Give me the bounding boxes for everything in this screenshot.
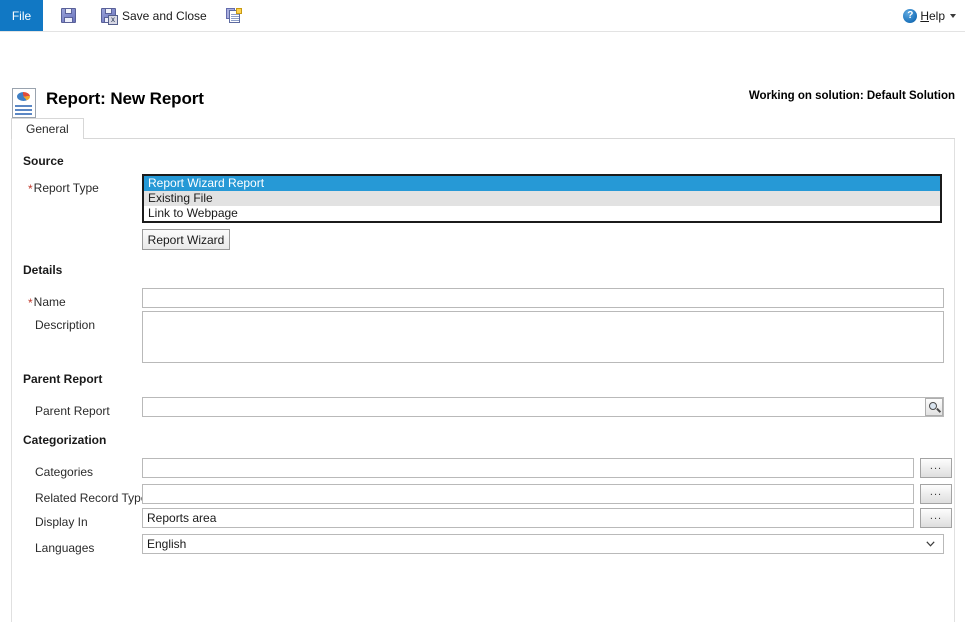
categories-browse-button[interactable]: ... (920, 458, 952, 478)
display-in-label: Display In (35, 515, 88, 529)
ribbon-spacer-1 (87, 15, 95, 16)
report-type-option-link-to-webpage[interactable]: Link to Webpage (144, 206, 940, 221)
parent-report-lookup-button[interactable] (925, 398, 943, 416)
related-record-types-input[interactable] (142, 484, 914, 504)
chevron-down-icon (926, 541, 935, 547)
help-accesskey: H (920, 8, 929, 23)
related-record-types-browse-button[interactable]: ... (920, 484, 952, 504)
file-menu-tab[interactable]: File (0, 0, 43, 31)
section-header-parent-report: Parent Report (23, 372, 103, 386)
parent-report-input[interactable] (142, 397, 944, 417)
report-wizard-button-label: Report Wizard (147, 232, 225, 247)
save-button[interactable] (55, 0, 87, 31)
save-floppy-icon (60, 7, 77, 24)
categories-browse-button-label: ... (929, 460, 943, 472)
solution-context-label: Working on solution: Default Solution (748, 90, 955, 102)
section-header-categorization: Categorization (23, 433, 107, 447)
report-type-option-existing-file[interactable]: Existing File (144, 191, 940, 206)
required-indicator-report-type: * (28, 182, 33, 196)
save-and-close-button[interactable]: x Save and Close (95, 0, 212, 31)
tab-general[interactable]: General (11, 118, 84, 139)
report-document-icon (12, 88, 38, 118)
tab-general-label: General (26, 122, 69, 136)
description-label: Description (35, 318, 96, 332)
report-type-listbox[interactable]: Report Wizard Report Existing File Link … (142, 174, 942, 223)
report-type-option-report-wizard-report[interactable]: Report Wizard Report (144, 176, 940, 191)
save-and-new-icon (225, 7, 242, 24)
parent-report-label: Parent Report (35, 404, 110, 418)
page-title: Report: New Report (46, 89, 204, 108)
ribbon-command-group: x Save and Close (55, 0, 252, 31)
page-header: Report: New Report Working on solution: … (0, 32, 965, 118)
categories-input[interactable] (142, 458, 914, 478)
languages-select[interactable]: English (142, 534, 944, 554)
section-header-details: Details (23, 263, 63, 277)
languages-label: Languages (35, 541, 95, 555)
name-input[interactable] (142, 288, 944, 308)
categories-label: Categories (35, 465, 94, 479)
description-textarea[interactable] (142, 311, 944, 363)
ribbon-spacer-2 (212, 15, 220, 16)
chevron-down-icon (950, 13, 956, 18)
save-and-close-button-label: Save and Close (122, 8, 207, 23)
display-in-input[interactable] (142, 508, 914, 528)
related-record-types-browse-button-label: ... (929, 486, 943, 498)
display-in-browse-button[interactable]: ... (920, 508, 952, 528)
report-wizard-button[interactable]: Report Wizard (142, 229, 230, 250)
magnifier-lookup-icon (928, 401, 941, 413)
file-menu-tab-label: File (11, 8, 32, 23)
save-and-close-icon: x (100, 7, 118, 25)
section-header-source: Source (23, 154, 64, 168)
save-and-new-button[interactable] (220, 0, 252, 31)
form-tabstrip: General (11, 118, 955, 139)
display-in-browse-button-label: ... (929, 510, 943, 522)
help-circle-icon: ? (903, 8, 918, 23)
required-indicator-name: * (28, 296, 33, 310)
languages-select-value: English (147, 537, 187, 551)
help-label-rest: elp (928, 8, 945, 23)
report-type-label: *Report Type (28, 181, 99, 196)
name-label: *Name (28, 295, 66, 310)
form-body: Source *Report Type Report Wizard Report… (11, 139, 955, 622)
help-menu-label: Help (920, 9, 945, 23)
related-record-types-label: Related Record Types (35, 491, 154, 505)
help-menu-button[interactable]: ? Help (903, 0, 956, 31)
command-ribbon: File x Save and Close ? Help (0, 0, 965, 32)
